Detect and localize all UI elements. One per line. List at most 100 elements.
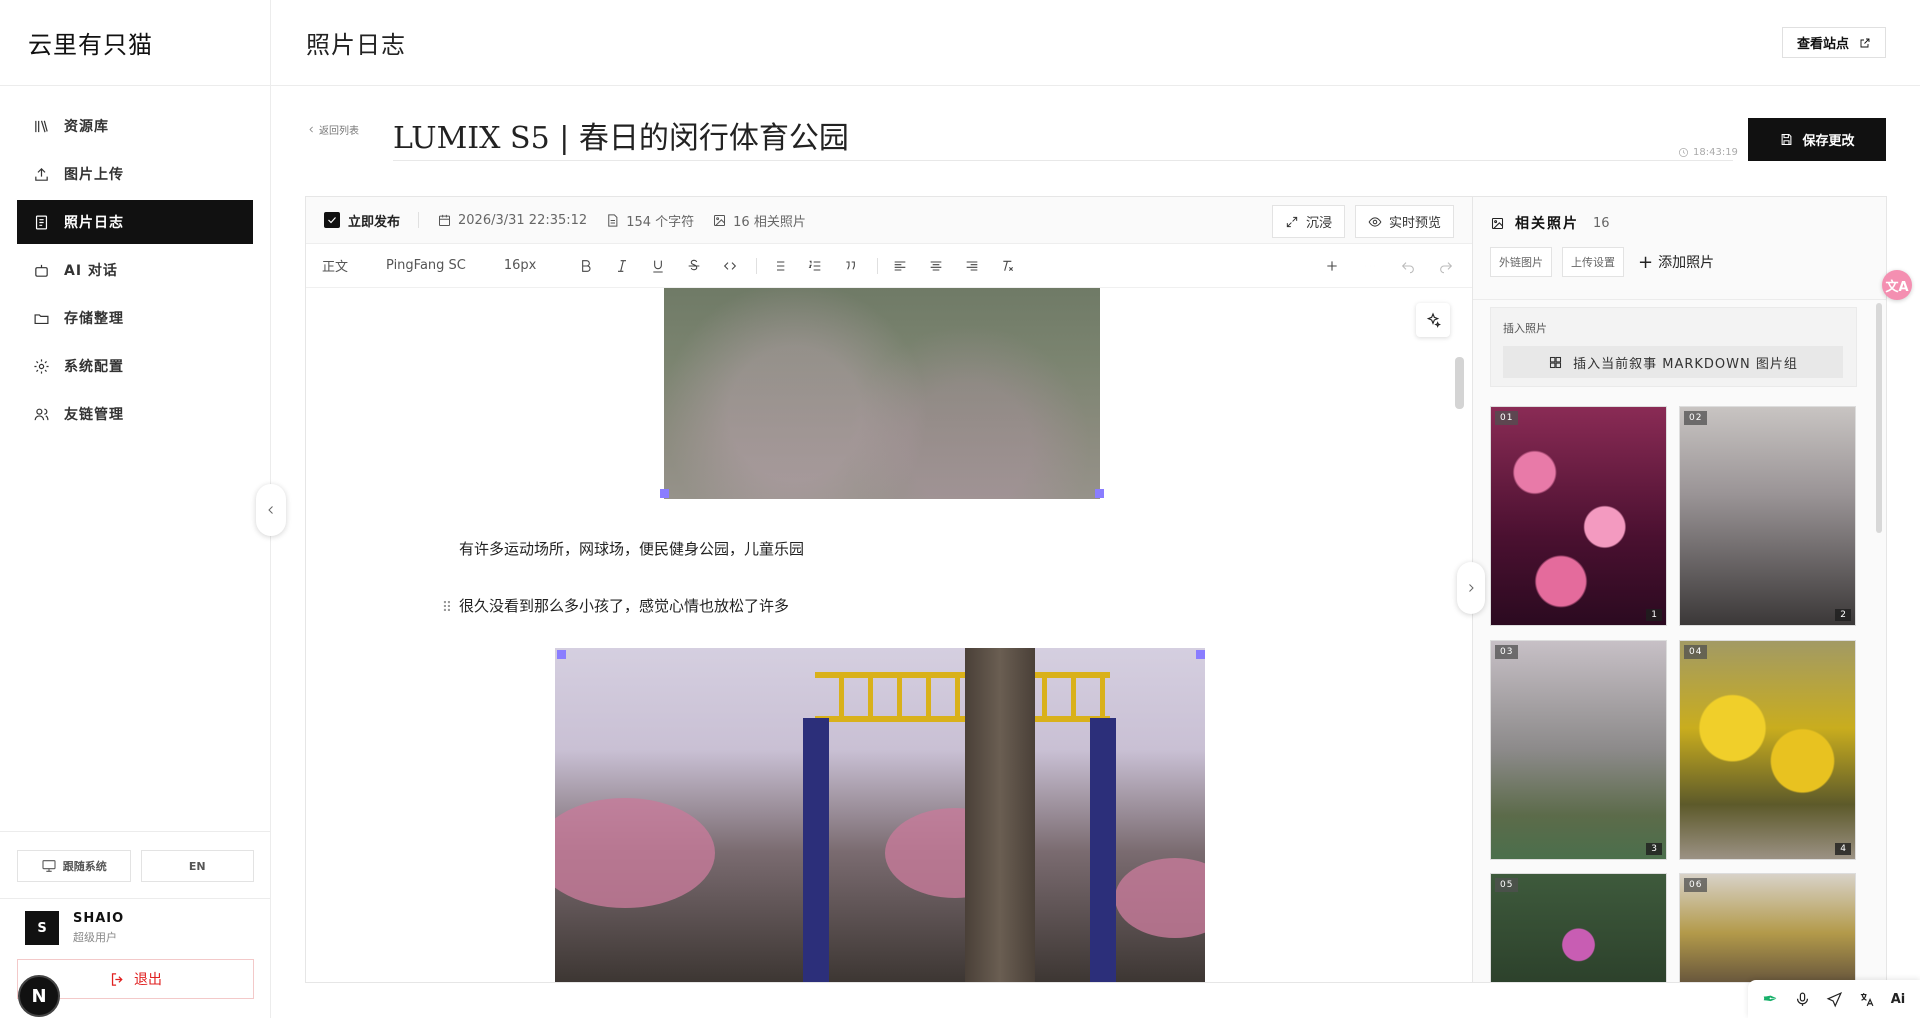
ordered-list-icon[interactable] (803, 254, 827, 278)
sidebar-item-label: AI 对话 (64, 263, 118, 279)
insert-menu-icon[interactable] (1320, 254, 1344, 278)
resize-handle[interactable] (1196, 650, 1205, 659)
clear-format-icon[interactable] (996, 254, 1020, 278)
resize-handle[interactable] (660, 489, 669, 498)
translate-float-button[interactable]: 文A (1882, 270, 1912, 300)
publish-now-checkbox[interactable]: 立即发布 (324, 211, 400, 230)
theme-label: 跟随系统 (62, 860, 107, 873)
send-icon[interactable] (1823, 988, 1845, 1010)
align-left-icon[interactable] (888, 254, 912, 278)
quote-icon[interactable] (839, 254, 863, 278)
brand-logo[interactable]: 云里有只猫 (0, 0, 270, 86)
file-text-icon (608, 213, 618, 227)
code-icon[interactable] (718, 254, 742, 278)
add-photo-button[interactable]: + 添加照片 (1638, 252, 1714, 273)
resize-handle[interactable] (1095, 489, 1104, 498)
photo-thumb[interactable]: 02 2 (1679, 406, 1856, 626)
inline-photo-grass[interactable] (664, 288, 1100, 499)
resize-handle[interactable] (557, 650, 566, 659)
panel-title-text: 相关照片 (1515, 216, 1579, 232)
back-to-list-link[interactable]: 返回列表 (307, 122, 359, 137)
strikethrough-icon[interactable] (682, 254, 706, 278)
assistant-tray: ✒ Ai (1748, 980, 1920, 1018)
immersive-label: 沉浸 (1305, 216, 1332, 231)
font-family-select[interactable]: PingFang SC (386, 258, 466, 273)
external-images-button[interactable]: 外链图片 (1490, 247, 1552, 277)
live-preview-button[interactable]: 实时预览 (1354, 205, 1454, 238)
align-center-icon[interactable] (924, 254, 948, 278)
dev-badge[interactable]: N (18, 975, 60, 1017)
photo-index-tag: 01 (1495, 411, 1519, 425)
editor-scrollbar[interactable] (1455, 357, 1464, 409)
editor-card: 立即发布 2026/3/31 22:35:12 154 个字符 16 相关照片 … (305, 196, 1473, 983)
microphone-icon[interactable] (1791, 988, 1813, 1010)
sidebar-item-library[interactable]: 资源库 (17, 104, 253, 148)
sidebar-item-storage[interactable]: 存储整理 (17, 296, 253, 340)
panel-toggle-button[interactable] (1457, 562, 1485, 614)
drag-handle-icon[interactable]: ⠿ (436, 596, 458, 620)
redo-icon[interactable] (1434, 254, 1458, 278)
photo-thumb[interactable]: 01 1 (1490, 406, 1667, 626)
bullet-list-icon[interactable] (767, 254, 791, 278)
photo-thumb[interactable]: 06 (1679, 873, 1856, 982)
panel-scrollbar[interactable] (1876, 303, 1882, 533)
toolbar-right-group (1320, 254, 1458, 278)
user-row: S SHAIO 超级用户 (17, 911, 254, 945)
save-time-text: 18:43:19 (1693, 147, 1738, 158)
font-size-select[interactable]: 16px (504, 258, 537, 273)
theme-toggle-button[interactable]: 跟随系统 (17, 850, 131, 882)
photo-thumb[interactable]: 03 3 (1490, 640, 1667, 860)
undo-icon[interactable] (1396, 254, 1420, 278)
top-header: 照片日志 查看站点 (271, 0, 1920, 86)
italic-icon[interactable] (610, 254, 634, 278)
photo-order-number: 3 (1646, 843, 1662, 855)
gear-icon (34, 358, 49, 374)
inline-photo-playground[interactable] (555, 648, 1205, 982)
related-photos-panel: 相关照片 16 外链图片 上传设置 + 添加照片 插入照片 插入当前叙事 MAR… (1473, 196, 1887, 983)
photo-thumb[interactable]: 05 (1490, 873, 1667, 982)
more-options-icon[interactable] (1358, 254, 1382, 278)
sidebar-item-upload[interactable]: 图片上传 (17, 152, 253, 196)
photo-thumb[interactable]: 04 4 (1679, 640, 1856, 860)
sidebar-item-label: 友链管理 (64, 407, 124, 423)
publish-datetime[interactable]: 2026/3/31 22:35:12 (437, 213, 587, 228)
upload-settings-button[interactable]: 上传设置 (1562, 247, 1624, 277)
sidebar-item-friend-links[interactable]: 友链管理 (17, 392, 253, 436)
user-info: SHAIO 超级用户 (73, 911, 124, 945)
photo-index-tag: 04 (1684, 645, 1708, 659)
sidebar-item-photo-journal[interactable]: 照片日志 (17, 200, 253, 244)
sidebar-collapse-button[interactable] (256, 484, 286, 536)
clock-icon (1679, 148, 1688, 157)
insert-markdown-group-button[interactable]: 插入当前叙事 MARKDOWN 图片组 (1503, 346, 1843, 378)
photo-index-tag: 06 (1684, 878, 1708, 892)
robot-icon (35, 264, 48, 277)
save-changes-button[interactable]: 保存更改 (1748, 118, 1886, 161)
photo-detail (1090, 718, 1116, 982)
sidebar-item-settings[interactable]: 系统配置 (17, 344, 253, 388)
underline-icon[interactable] (646, 254, 670, 278)
view-site-button[interactable]: 查看站点 (1781, 27, 1886, 58)
translate-icon[interactable] (1855, 988, 1877, 1010)
ai-label[interactable]: Ai (1887, 988, 1909, 1010)
pen-icon[interactable]: ✒ (1759, 988, 1781, 1010)
block-type-select[interactable]: 正文 (322, 256, 348, 275)
paragraph[interactable]: 有许多运动场所，网球场，便民健身公园，儿童乐园 (459, 538, 804, 559)
language-toggle-button[interactable]: EN (140, 850, 254, 882)
bold-icon[interactable] (574, 254, 598, 278)
document-icon (35, 215, 48, 229)
divider (877, 257, 879, 274)
sidebar: 云里有只猫 资源库 图片上传 照片日志 AI 对话 存储整理 系统配置 友链管理 (0, 0, 271, 1018)
photo-order-number: 2 (1835, 609, 1851, 621)
align-right-icon[interactable] (960, 254, 984, 278)
panel-actions: 外链图片 上传设置 + 添加照片 (1490, 247, 1886, 277)
avatar: S (25, 911, 59, 945)
sidebar-item-ai-chat[interactable]: AI 对话 (17, 248, 253, 292)
ai-sparkle-button[interactable] (1416, 303, 1450, 337)
editor-content[interactable]: 有许多运动场所，网球场，便民健身公园，儿童乐园 ⠿ 很久没看到那么多小孩了，感觉… (306, 288, 1472, 982)
post-title-input[interactable]: LUMIX S5 | 春日的闵行体育公园 (393, 117, 1733, 161)
publish-label: 立即发布 (348, 214, 401, 230)
immersive-button[interactable]: 沉浸 (1271, 205, 1345, 238)
checkbox-checked[interactable] (324, 212, 340, 228)
paragraph[interactable]: 很久没看到那么多小孩了，感觉心情也放松了许多 (459, 595, 789, 616)
photo-detail (965, 648, 1035, 982)
